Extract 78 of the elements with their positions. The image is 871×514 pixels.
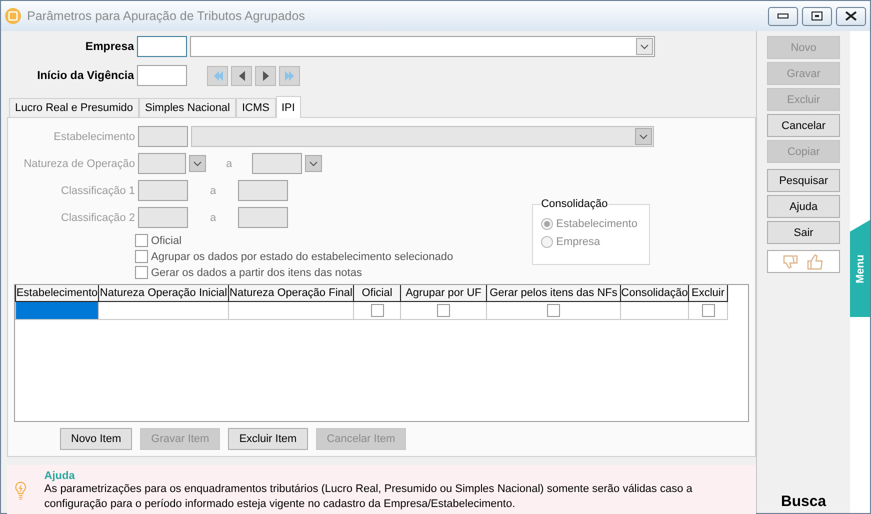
checkbox-label: Agrupar os dados por estado do estabelecimento selecionado [151,250,454,262]
code-field[interactable] [138,180,188,201]
chevron-down-icon [193,160,202,166]
field-label: Classificação 2 [60,212,135,224]
dropdown-button[interactable] [189,155,206,172]
range-separator: a [224,158,234,170]
chevron-down-icon [639,134,648,140]
field-label: Natureza de Operação [22,158,135,170]
field-label: Classificação 1 [60,184,135,196]
search-label: Busca [781,493,826,510]
code-field[interactable] [238,180,288,201]
checkbox[interactable] [135,266,148,279]
close-icon [845,11,857,21]
start-date-field[interactable] [137,65,187,86]
company-code-field[interactable] [137,36,187,57]
table-cell[interactable] [98,302,228,320]
next-button[interactable] [255,66,276,86]
checkbox[interactable] [547,304,560,317]
table-cell[interactable] [620,302,688,320]
help-text: As parametrizações para os enquadramentos tributários (Lucro Real, Presumido ou Simples Nacional) somente serão válidas caso a configuração para o período informado esteja vigente no cadastro da Empresa/Estabelecimento. [44,482,694,512]
column-header[interactable]: Estabelecimento [16,285,98,302]
maximize-button[interactable] [802,6,832,26]
checkbox-label: Oficial [151,234,182,246]
double-right-arrow-icon [284,70,296,82]
radio-label: Empresa [556,236,600,248]
close-button[interactable] [836,6,866,26]
maximize-icon [811,11,823,21]
code-field[interactable] [138,126,188,147]
side-button[interactable]: Ajuda [767,195,840,218]
tab[interactable]: IPI [276,96,301,118]
item-button[interactable]: Novo Item [60,428,132,450]
dropdown-button[interactable] [305,155,322,172]
table-cell[interactable] [228,302,354,320]
chevron-down-icon [640,44,649,50]
code-field[interactable] [138,207,188,228]
side-button[interactable]: Sair [767,221,840,244]
column-header[interactable]: Natureza Operação Final [228,285,354,302]
code-field[interactable] [138,153,186,174]
side-button[interactable]: Pesquisar [767,169,840,192]
checkbox[interactable] [437,304,450,317]
checkbox-label: Gerar os dados a partir dos itens das notas [151,266,362,278]
column-header[interactable]: Oficial [354,285,400,302]
column-header[interactable]: Consolidação [620,285,688,302]
checkbox[interactable] [702,304,714,317]
previous-button[interactable] [231,66,252,86]
table-cell[interactable] [16,302,98,320]
checkbox[interactable] [135,234,148,247]
tab[interactable]: Lucro Real e Presumido [9,98,140,118]
range-separator: a [208,184,218,196]
select-field[interactable] [191,126,654,147]
minimize-button[interactable] [768,6,798,26]
column-header[interactable]: Gerar pelos itens das NFs [486,285,620,302]
help-title: Ajuda [44,470,76,482]
company-label: Empresa [84,40,134,52]
window-title: Parâmetros para Apuração de Tributos Agrupados [27,9,306,23]
radio-label: Estabelecimento [556,218,638,230]
code-field[interactable] [238,207,288,228]
field-label: Estabelecimento [52,130,135,142]
double-left-arrow-icon [212,70,224,82]
start-date-label: Início da Vigência [36,70,134,82]
thumbs-up-icon[interactable] [806,254,825,270]
range-separator: a [208,212,218,224]
minimize-icon [777,13,789,19]
item-button[interactable]: Excluir Item [228,428,308,450]
column-header[interactable]: Agrupar por UF [400,285,486,302]
group-title: Consolidação [541,198,608,210]
checkbox[interactable] [370,304,384,317]
column-header[interactable]: Natureza Operação Inicial [98,285,228,302]
column-header[interactable]: Excluir [688,285,728,302]
chevron-down-icon [309,160,318,166]
code-field[interactable] [252,153,302,174]
tab[interactable]: ICMS [236,98,276,118]
thumbs-down-icon[interactable] [782,254,799,270]
app-logo-icon [5,8,21,24]
tab[interactable]: Simples Nacional [139,98,236,118]
side-button[interactable]: Cancelar [767,114,840,137]
company-select[interactable] [190,36,655,57]
checkbox[interactable] [135,250,148,263]
